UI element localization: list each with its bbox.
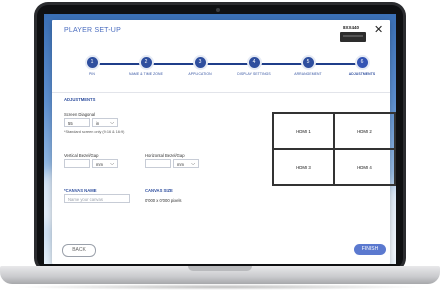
hdmi-cell-4[interactable]: HDMI 4 [334,149,395,185]
horizontal-bezel-unit-select[interactable]: mm ⌵ [173,159,199,168]
webcam [216,8,220,12]
step-name-time-zone[interactable]: 2 NAME & TIME ZONE [116,55,176,76]
step-number: 4 [246,55,262,70]
chevron-down-icon: ⌵ [110,120,114,126]
screen-diagonal-unit-select[interactable]: in ⌵ [92,118,118,127]
step-number: 6 [354,55,370,70]
canvas-name-label: *CANVAS NAME [64,188,97,193]
laptop-notch [188,266,252,271]
player-device-icon [340,32,366,42]
step-number: 3 [192,55,208,70]
step-label: ADJUSTMENTS [348,72,376,76]
horizontal-bezel-label: Horizontal Bezel/Gap [145,153,185,158]
chevron-down-icon: ⌵ [191,161,195,167]
back-button[interactable]: BACK [62,244,96,257]
laptop-screen: PLAYER SET-UP 8XX440 ✕ 1 PIN 2 NAME & TI… [44,14,396,264]
step-display-settings[interactable]: 4 DISPLAY SETTINGS [224,55,284,76]
device-model-label: 8XX440 [343,25,360,30]
unit-value: mm [96,162,103,167]
player-setup-dialog: PLAYER SET-UP 8XX440 ✕ 1 PIN 2 NAME & TI… [52,20,396,264]
canvas-size-label: CANVAS SIZE [145,188,173,193]
vertical-bezel-input[interactable] [64,159,90,168]
step-application[interactable]: 3 APPLICATION [170,55,230,76]
canvas-name-placeholder: Name your canvas [68,197,103,202]
step-label: NAME & TIME ZONE [129,72,163,76]
step-label: ARRANGEMENT [294,72,322,76]
hdmi-arrangement-grid: HDMI 1 HDMI 2 HDMI 3 HDMI 4 [272,112,396,186]
section-divider [52,92,390,93]
step-label: PIN [89,72,95,76]
chevron-down-icon: ⌵ [110,161,114,167]
step-number: 2 [138,55,154,70]
horizontal-bezel-input[interactable] [145,159,171,168]
step-label: DISPLAY SETTINGS [237,72,271,76]
finish-button[interactable]: FINISH [354,244,386,255]
screen-diagonal-label: Screen Diagonal [64,112,95,117]
canvas-name-input[interactable]: Name your canvas [64,194,130,203]
screen-diagonal-input[interactable]: 55 [64,118,90,127]
hdmi-cell-3[interactable]: HDMI 3 [273,149,334,185]
canvas-size-value: 0'000 x 0'000 pixels [145,198,182,203]
hdmi-cell-1[interactable]: HDMI 1 [273,113,334,149]
dialog-title: PLAYER SET-UP [64,27,121,34]
step-label: APPLICATION [188,72,212,76]
setup-stepper: 1 PIN 2 NAME & TIME ZONE 3 APPLICATION 4… [82,55,375,76]
step-number: 1 [84,55,100,70]
section-title: ADJUSTMENTS [64,97,96,102]
screen-diagonal-note: *Standard screen only (9:16 & 16:9) [64,130,125,134]
vertical-bezel-unit-select[interactable]: mm ⌵ [92,159,118,168]
close-icon[interactable]: ✕ [374,23,383,36]
unit-value: mm [177,162,184,167]
step-pin[interactable]: 1 PIN [62,55,122,76]
laptop-shadow [14,284,426,290]
vertical-bezel-label: Vertical Bezel/Gap [64,153,99,158]
step-adjustments[interactable]: 6 ADJUSTMENTS [332,55,392,76]
unit-value: in [96,121,100,126]
hdmi-cell-2[interactable]: HDMI 2 [334,113,395,149]
step-number: 5 [300,55,316,70]
step-arrangement[interactable]: 5 ARRANGEMENT [278,55,338,76]
